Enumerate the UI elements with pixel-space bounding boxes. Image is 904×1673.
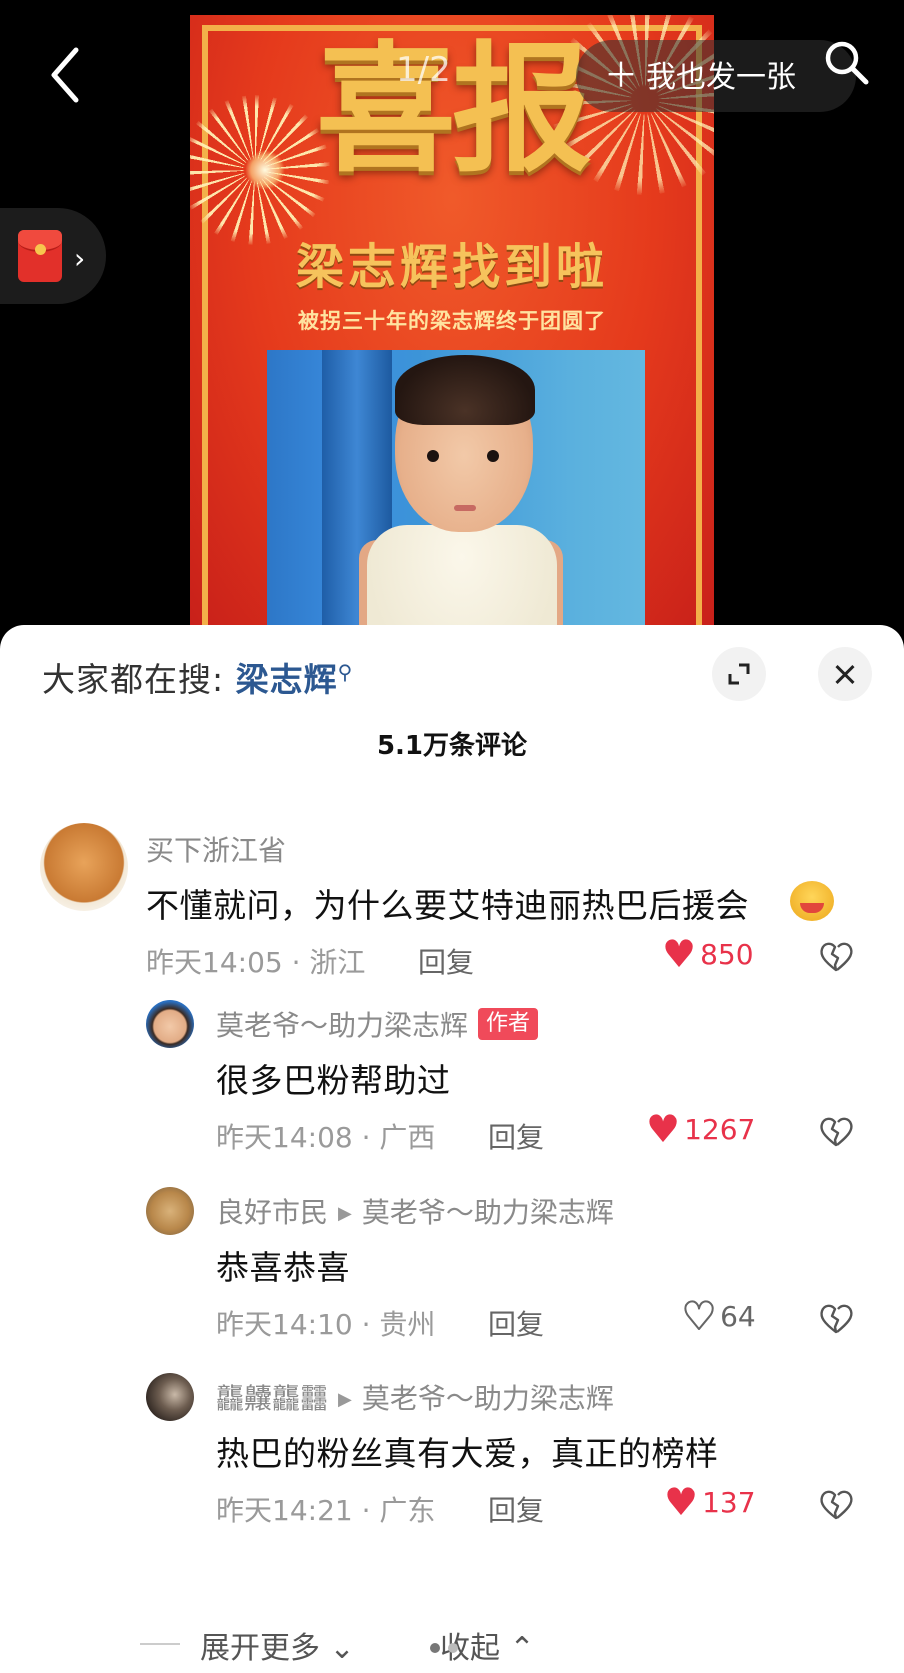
poster-caption: 被拐三十年的梁志辉终于团圆了: [298, 309, 606, 333]
comment-text: 不懂就问，为什么要艾特迪丽热巴后援会: [146, 886, 749, 925]
baby-eye: [487, 450, 499, 462]
comment-text: 恭喜恭喜: [216, 1248, 350, 1287]
reply-to-username: 莫老爷～助力梁志辉: [361, 1196, 614, 1229]
broken-heart-icon[interactable]: [818, 1114, 854, 1150]
heart-icon: ♥: [664, 1480, 699, 1524]
broken-heart-icon[interactable]: [818, 1301, 854, 1337]
like-count: 1267: [684, 1113, 756, 1146]
reply-button[interactable]: 回复: [488, 1116, 544, 1156]
comment-time: 昨天14:10: [216, 1308, 353, 1341]
like-button[interactable]: ♥ 64: [681, 1294, 756, 1338]
search-small-icon: ⚲: [337, 660, 354, 684]
avatar[interactable]: [40, 823, 128, 911]
back-arrow-icon: [51, 47, 79, 103]
heart-icon: ♥: [646, 1107, 681, 1151]
avatar[interactable]: [146, 1000, 194, 1048]
comment-username[interactable]: 买下浙江省: [146, 829, 286, 869]
chevron-right-icon: ›: [74, 242, 86, 275]
search-icon: [825, 41, 869, 85]
close-sheet-button[interactable]: [818, 647, 872, 701]
back-button[interactable]: [40, 40, 100, 110]
chevron-down-icon: ⌄: [329, 1631, 355, 1666]
comment-text: 很多巴粉帮助过: [216, 1061, 451, 1100]
red-envelope-entry[interactable]: ›: [0, 208, 106, 304]
trending-search[interactable]: 大家都在搜: 梁志辉⚲: [42, 653, 353, 701]
heart-icon: ♥: [662, 932, 697, 976]
like-count: 850: [700, 938, 754, 971]
page-dot: [448, 1643, 458, 1653]
comment-time: 昨天14:08: [216, 1121, 353, 1154]
replies-toggle-bar: 展开更多 ⌄ 收起 ⌃: [0, 1595, 904, 1673]
broken-heart-icon[interactable]: [818, 1487, 854, 1523]
avatar[interactable]: [146, 1373, 194, 1421]
comment-location: 浙江: [309, 946, 366, 979]
broken-heart-icon[interactable]: [818, 939, 854, 975]
comment-username[interactable]: 良好市民 ▶ 莫老爷～助力梁志辉: [216, 1191, 614, 1231]
comment-username-text: 龘齉龘䨻: [216, 1382, 329, 1415]
like-count: 137: [702, 1486, 756, 1519]
expand-more-label: 展开更多: [200, 1631, 320, 1666]
clipped-previous-comment-meta: ······ ·· ·· ···: [140, 783, 860, 803]
baby-mouth: [454, 505, 476, 511]
hug-emoji-icon: [790, 881, 834, 921]
chevron-up-icon: ⌃: [509, 1631, 535, 1666]
expand-more-button[interactable]: 展开更多 ⌄: [200, 1623, 355, 1667]
baby-eye: [427, 450, 439, 462]
comment-location: 广东: [379, 1494, 436, 1527]
heart-outline-icon: ♥: [681, 1294, 717, 1338]
like-button[interactable]: ♥ 850: [662, 932, 754, 976]
comment-count: 5.1万条评论: [376, 731, 528, 761]
child-photo: [267, 350, 645, 625]
comment-username[interactable]: 龘齉龘䨻 ▶ 莫老爷～助力梁志辉: [216, 1377, 614, 1417]
comment-location: 贵州: [379, 1308, 436, 1341]
comment-username[interactable]: 莫老爷～助力梁志辉 作者: [216, 1004, 539, 1044]
comment-time: 昨天14:05: [146, 946, 283, 979]
reply-button[interactable]: 回复: [418, 941, 474, 981]
baby-shirt: [367, 525, 557, 625]
baby-hair: [395, 355, 535, 425]
avatar[interactable]: [146, 1187, 194, 1235]
comment-username-text: 良好市民: [216, 1196, 329, 1229]
post-button-label: 我也发一张: [646, 60, 796, 95]
author-badge: 作者: [478, 1008, 539, 1040]
expand-sheet-button[interactable]: [712, 647, 766, 701]
post-one-too-button[interactable]: ＋我也发一张: [576, 40, 856, 112]
comment-text: 热巴的粉丝真有大爱，真正的榜样: [216, 1434, 719, 1473]
comment-location: 广西: [379, 1121, 436, 1154]
reply-button[interactable]: 回复: [488, 1303, 544, 1343]
search-button[interactable]: [818, 34, 878, 94]
poster-subtitle: 梁志辉找到啦: [295, 239, 608, 295]
comment-username-text: 莫老爷～助力梁志辉: [216, 1009, 469, 1042]
reply-arrow-icon: ▶: [338, 1389, 352, 1410]
divider-line: [140, 1643, 180, 1645]
like-button[interactable]: ♥ 137: [664, 1480, 756, 1524]
reply-arrow-icon: ▶: [338, 1203, 352, 1224]
reply-to-username: 莫老爷～助力梁志辉: [361, 1382, 614, 1415]
expand-icon: [728, 663, 750, 685]
comments-sheet: 大家都在搜: 梁志辉⚲ 5.1万条评论 ······ ·· ·· ··· 买下浙…: [0, 625, 904, 1673]
plus-icon: ＋: [604, 56, 638, 96]
comment-time: 昨天14:21: [216, 1494, 353, 1527]
red-envelope-icon: [18, 230, 62, 282]
page-indicator: [430, 1638, 466, 1657]
trending-search-keyword[interactable]: 梁志辉: [236, 660, 338, 699]
reply-button[interactable]: 回复: [488, 1489, 544, 1529]
like-count: 64: [720, 1300, 756, 1333]
trending-search-prefix: 大家都在搜:: [42, 660, 225, 699]
like-button[interactable]: ♥ 1267: [646, 1107, 756, 1151]
page-dot-active: [430, 1643, 440, 1653]
image-pager: 1/2: [396, 50, 451, 90]
